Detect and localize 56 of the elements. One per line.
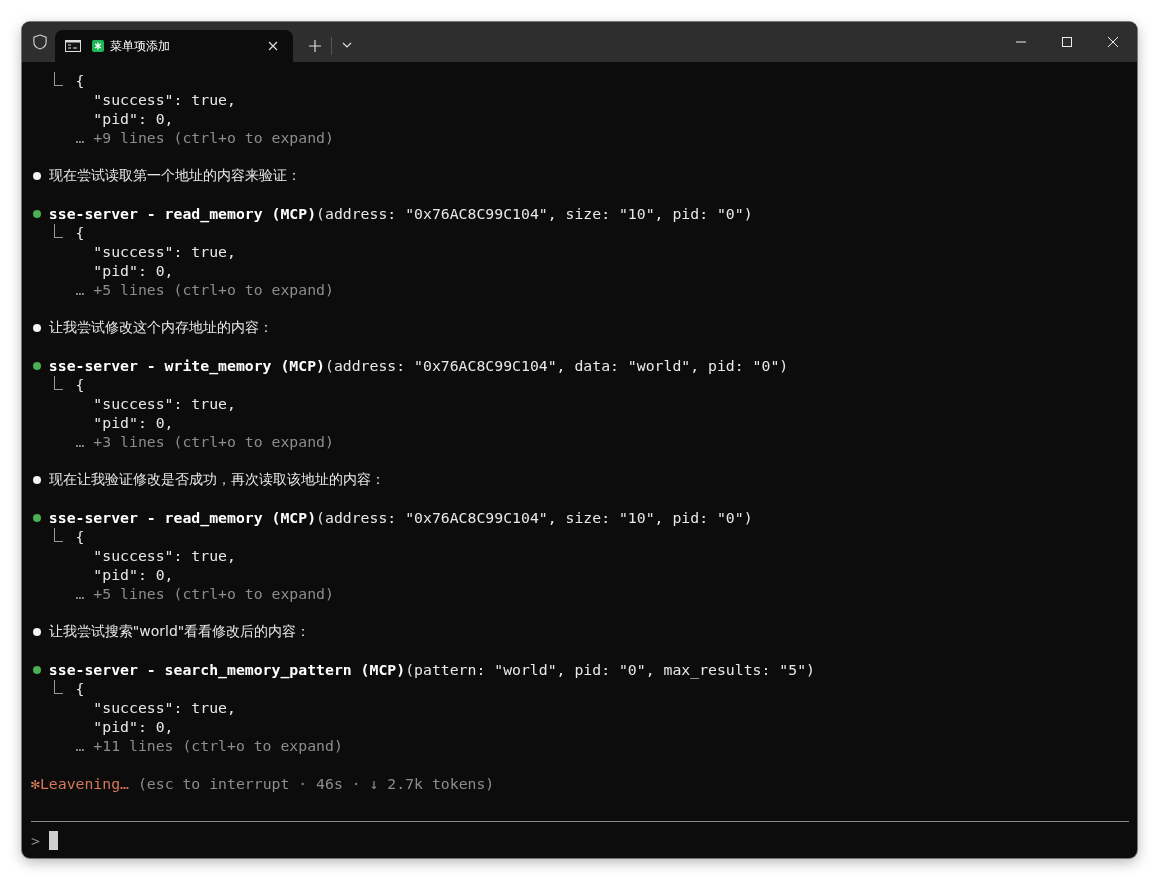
output-line: "pid": 0, [93,261,174,280]
bullet-icon [33,209,41,218]
tree-corner-icon [53,679,63,694]
output-line: { [75,679,85,698]
output-line: { [75,527,85,546]
tree-corner-icon [53,223,63,238]
output-line: "success": true, [93,90,236,109]
terminal-icon [65,40,81,52]
collapsed-lines-hint: … +3 lines (ctrl+o to expand) [75,432,334,451]
collapsed-lines-hint: … +5 lines (ctrl+o to expand) [75,584,334,603]
output-line: "pid": 0, [93,565,174,584]
message-text: 现在尝试读取第一个地址的内容来验证： [48,166,301,185]
status-detail: (esc to interrupt · 46s · ↓ 2.7k tokens) [137,774,495,793]
bullet-icon [33,513,41,522]
close-tab-icon[interactable] [268,41,278,51]
bullet-icon [33,361,41,370]
bullet-icon [33,627,41,636]
tool-call: sse-server - read_memory (MCP)(address: "0x76AC8C99C104", size: "10", pid: "0") [48,204,753,223]
output-line: { [75,375,85,394]
output-line: "success": true, [93,394,236,413]
status-label: Leavening… [39,774,129,793]
tree-corner-icon [53,375,63,390]
tree-corner-icon [53,527,63,542]
collapsed-lines-hint: … +11 lines (ctrl+o to expand) [75,736,343,755]
output-line: "success": true, [93,698,236,717]
bullet-icon [33,171,41,180]
tool-call: sse-server - read_memory (MCP)(address: "0x76AC8C99C104", size: "10", pid: "0") [48,508,753,527]
prompt-symbol: > [31,830,40,850]
close-icon[interactable] [1107,36,1119,48]
tree-corner-icon [53,71,63,86]
bullet-icon [33,475,41,484]
message-text: 让我尝试修改这个内存地址的内容： [48,318,273,337]
tool-call: sse-server - search_memory_pattern (MCP)(pattern: "world", pid: "0", max_results: "5") [48,660,815,679]
spinner-glyph: ✻ [31,774,40,793]
output-line: "success": true, [93,242,236,261]
dropdown-chevron-icon[interactable] [342,42,352,48]
snowflake-icon [92,40,104,52]
bullet-icon [33,323,41,332]
tool-call: sse-server - write_memory (MCP)(address: "0x76AC8C99C104", data: "world", pid: "0") [48,356,789,375]
collapsed-lines-hint: … +5 lines (ctrl+o to expand) [75,280,334,299]
tab-title: 菜单项添加 [110,37,171,55]
terminal-tab[interactable]: 菜单项添加 [55,30,293,62]
output-line: { [75,71,85,90]
new-tab-icon[interactable] [309,40,321,52]
collapsed-lines-hint: … +9 lines (ctrl+o to expand) [75,128,334,147]
message-text: 让我尝试搜索"world"看看修改后的内容： [48,622,311,641]
bullet-icon [33,665,41,674]
maximize-icon[interactable] [1061,36,1073,48]
message-text: 现在让我验证修改是否成功，再次读取该地址的内容： [48,470,385,489]
output-line: "pid": 0, [93,109,174,128]
text-cursor[interactable] [48,830,58,850]
output-line: "pid": 0, [93,717,174,736]
output-line: "pid": 0, [93,413,174,432]
shield-icon[interactable] [33,34,47,50]
output-line: "success": true, [93,546,236,565]
output-line: { [75,223,85,242]
